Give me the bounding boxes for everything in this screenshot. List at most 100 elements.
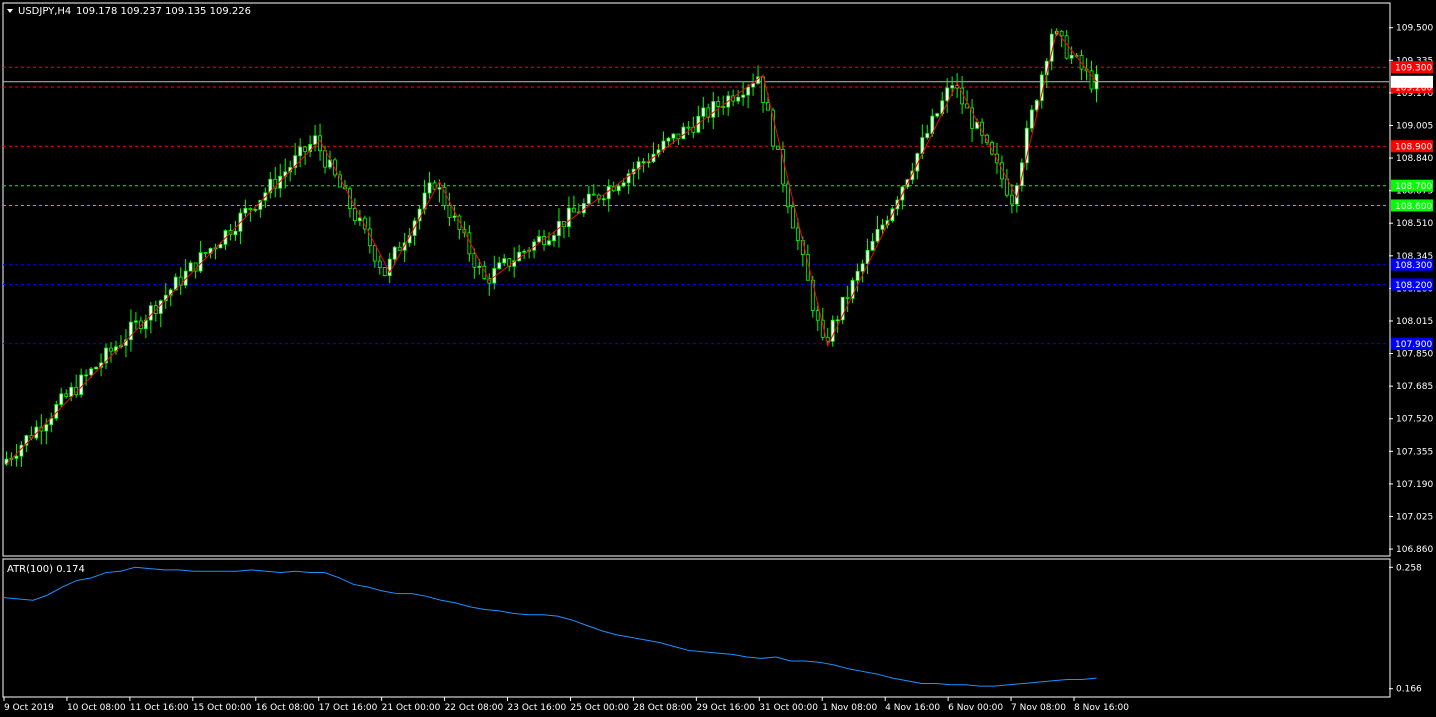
candle-body [621, 182, 626, 187]
y-tick-label: 108.015 [1396, 317, 1433, 327]
candle-body [19, 444, 24, 457]
candle-body [94, 366, 98, 370]
candle-body [1064, 35, 1069, 59]
candle-body [203, 252, 208, 255]
x-tick-label: 25 Oct 00:00 [570, 703, 629, 713]
candle-body [79, 374, 84, 395]
candle-body [243, 207, 248, 214]
candle-body [552, 235, 556, 242]
candle-body [791, 206, 795, 229]
candle-body [686, 126, 691, 129]
candle-body [925, 133, 930, 138]
candle-body [666, 137, 671, 142]
x-tick-label: 28 Oct 08:00 [633, 703, 692, 713]
candle-body [547, 240, 551, 245]
candle-body [64, 393, 69, 397]
candle-body [586, 193, 591, 204]
y-tick-label: 108.510 [1396, 219, 1433, 229]
candle-body [875, 229, 880, 242]
candle-body [751, 83, 755, 88]
atr-y-tick-label: 0.166 [1396, 685, 1422, 695]
candle-body [736, 96, 741, 102]
candle-body [880, 224, 885, 230]
candle-body [427, 182, 432, 194]
candle-body [815, 310, 820, 321]
candle-body [786, 183, 790, 208]
x-tick-label: 21 Oct 00:00 [382, 703, 441, 713]
symbol-label: USDJPY,H4 [18, 6, 71, 17]
y-tick-label: 109.500 [1396, 24, 1433, 34]
candle-body [502, 258, 507, 264]
candle-body [835, 319, 840, 322]
y-tick-label: 107.190 [1396, 480, 1433, 490]
x-tick-label: 4 Nov 16:00 [885, 703, 940, 713]
candle-body [1029, 109, 1034, 129]
candle-body [233, 230, 238, 236]
candle-body [945, 87, 950, 102]
candle-body [497, 262, 502, 269]
y-tick-label: 107.520 [1396, 415, 1433, 425]
x-tick-label: 6 Nov 00:00 [948, 703, 1003, 713]
candle-body [855, 270, 860, 281]
y-tick-label: 107.685 [1396, 382, 1433, 392]
candle-body [845, 296, 850, 299]
candle-body [711, 101, 716, 118]
x-tick-label: 8 Nov 16:00 [1074, 703, 1129, 713]
x-tick-label: 11 Oct 16:00 [130, 703, 189, 713]
candle-body [14, 455, 19, 459]
x-tick-label: 1 Nov 08:00 [822, 703, 877, 713]
candle-body [1069, 54, 1074, 59]
candle-body [372, 245, 377, 262]
candle-body [701, 107, 706, 117]
candle-body [517, 251, 522, 262]
candle-body [567, 207, 571, 228]
candle-body [148, 305, 153, 321]
candle-body [1010, 194, 1014, 205]
candle-body [671, 133, 676, 139]
level-tag-label: 108.300 [1395, 261, 1432, 271]
candle-body [795, 227, 800, 241]
candle-body [950, 85, 955, 89]
candle-body [746, 86, 750, 96]
candle-body [377, 260, 382, 268]
candle-body [218, 244, 223, 249]
x-tick-label: 31 Oct 00:00 [759, 703, 818, 713]
level-tag-label: 107.900 [1395, 340, 1432, 350]
candle-body [522, 250, 527, 253]
level-tag-label: 108.700 [1395, 182, 1432, 192]
chart-canvas[interactable]: 109.500109.335109.170109.005108.840108.6… [0, 0, 1436, 717]
candle-body [84, 374, 89, 377]
ohlc-readout: 109.178 109.237 109.135 109.226 [76, 6, 251, 17]
candle-body [69, 386, 74, 397]
candle-body [766, 102, 770, 111]
candle-body [641, 161, 646, 164]
candle-body [935, 113, 940, 117]
candle-body [452, 215, 457, 218]
candle-body [1059, 30, 1064, 37]
candle-body [59, 393, 64, 405]
candle-body [323, 150, 327, 168]
candle-body [472, 253, 477, 268]
y-tick-label: 109.005 [1396, 121, 1433, 131]
candle-body [303, 146, 308, 153]
x-tick-label: 9 Oct 2019 [4, 703, 54, 713]
atr-label: ATR(100) 0.174 [7, 564, 85, 575]
candle-body [776, 145, 780, 150]
level-tag-label: 108.900 [1395, 143, 1432, 153]
candle-body [313, 135, 317, 145]
candle-body [721, 106, 726, 108]
candle-body [477, 265, 482, 268]
y-tick-label: 107.850 [1396, 350, 1433, 360]
candle-body [716, 101, 721, 107]
candle-body [860, 263, 865, 272]
candle-body [109, 347, 113, 352]
candle-body [188, 262, 193, 272]
x-tick-label: 23 Oct 16:00 [508, 703, 567, 713]
candle-body [606, 186, 611, 200]
candle-body [437, 187, 442, 190]
candle-body [382, 267, 387, 276]
candle-body [572, 207, 576, 213]
y-tick-label: 106.860 [1396, 545, 1433, 555]
level-tag-label: 109.300 [1395, 64, 1432, 74]
candle-body [397, 246, 402, 251]
